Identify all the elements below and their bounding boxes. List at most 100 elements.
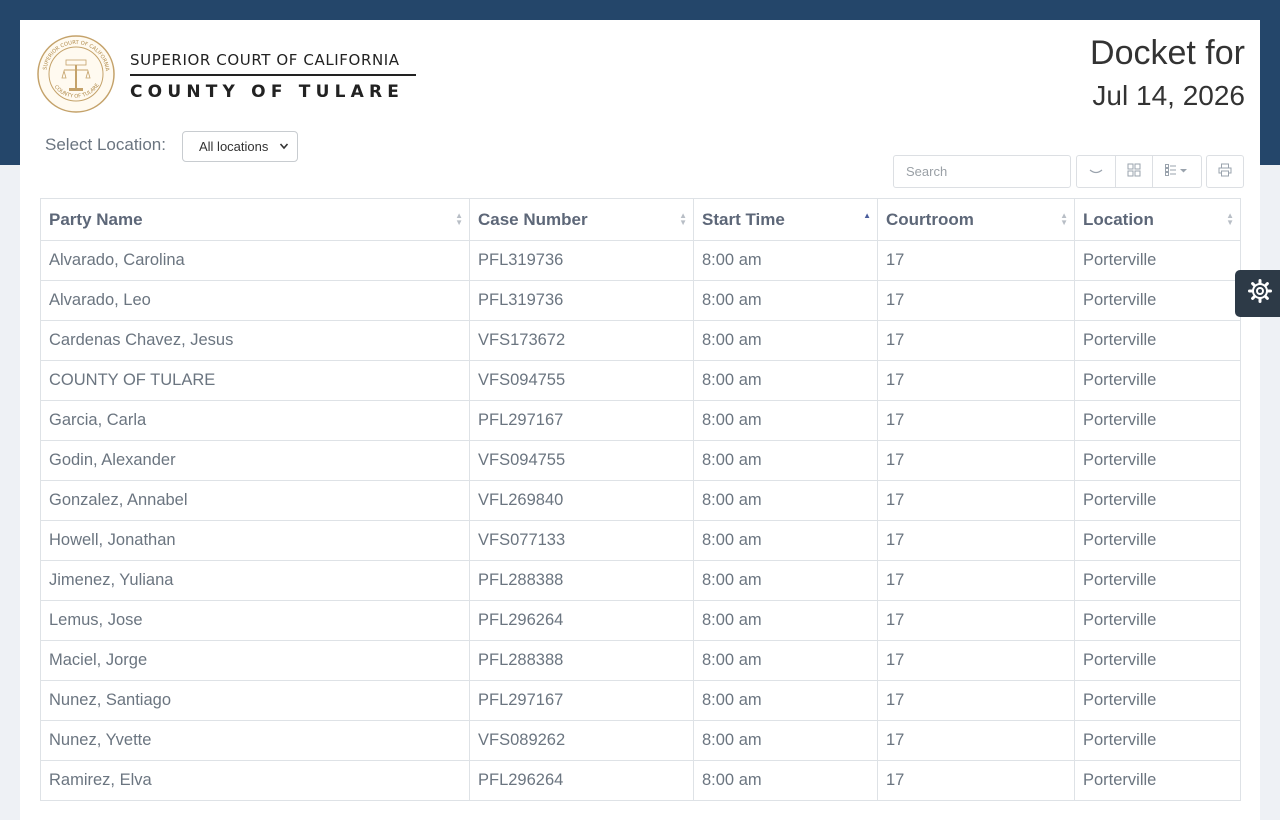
gear-icon <box>1248 279 1272 308</box>
courtroom-cell: 17 <box>877 400 1075 441</box>
court-name-line2: COUNTY OF TULARE <box>130 82 405 102</box>
start-time-cell: 8:00 am <box>693 480 878 521</box>
chevron-down-icon <box>279 132 289 173</box>
table-row: COUNTY OF TULARE VFS094755 8:00 am 17 Porter… <box>40 360 1241 401</box>
table-header-row: Party Name ▲ ▼ Case Number ▲ ▼ Start Time ▲ C… <box>40 198 1241 241</box>
table-row: Gonzalez, Annabel VFL269840 8:00 am 17 Porte… <box>40 480 1241 521</box>
party-name-cell: COUNTY OF TULARE <box>40 360 470 401</box>
sort-icon: ▲ ▼ <box>679 211 687 227</box>
location-select-value: All locations <box>199 139 269 154</box>
docket-title: Docket for <box>1090 34 1245 72</box>
table-row: Nunez, Santiago PFL297167 8:00 am 17 Porterv… <box>40 680 1241 721</box>
party-name-cell: Alvarado, Leo <box>40 280 470 321</box>
case-number-cell: PFL296264 <box>469 760 694 801</box>
courtroom-cell: 17 <box>877 720 1075 761</box>
grid-view-icon <box>1127 163 1141 180</box>
court-seal-logo: SUPERIOR COURT OF CALIFORNIA COUNTY OF T… <box>37 35 115 113</box>
courtroom-cell: 17 <box>877 600 1075 641</box>
table-row: Godin, Alexander VFS094755 8:00 am 17 Porter… <box>40 440 1241 481</box>
location-cell: Porterville <box>1074 640 1241 681</box>
courtroom-cell: 17 <box>877 480 1075 521</box>
table-toolbar <box>1076 155 1244 188</box>
party-name-cell: Nunez, Yvette <box>40 720 470 761</box>
column-header-start-time[interactable]: Start Time ▲ <box>693 198 878 241</box>
column-header-courtroom[interactable]: Courtroom ▲ ▼ <box>877 198 1075 241</box>
print-button[interactable] <box>1206 155 1244 188</box>
party-name-cell: Howell, Jonathan <box>40 520 470 561</box>
courtroom-cell: 17 <box>877 560 1075 601</box>
courtroom-cell: 17 <box>877 240 1075 281</box>
sort-icon: ▲ ▼ <box>455 211 463 227</box>
column-header-case-number[interactable]: Case Number ▲ ▼ <box>469 198 694 241</box>
location-cell: Porterville <box>1074 320 1241 361</box>
location-cell: Porterville <box>1074 560 1241 601</box>
docket-table: Party Name ▲ ▼ Case Number ▲ ▼ Start Time ▲ C… <box>40 198 1241 801</box>
case-number-cell: PFL319736 <box>469 240 694 281</box>
start-time-cell: 8:00 am <box>693 760 878 801</box>
case-number-cell: PFL297167 <box>469 400 694 441</box>
courtroom-cell: 17 <box>877 760 1075 801</box>
party-name-cell: Nunez, Santiago <box>40 680 470 721</box>
party-name-cell: Ramirez, Elva <box>40 760 470 801</box>
party-name-cell: Alvarado, Carolina <box>40 240 470 281</box>
toggle-view-button[interactable] <box>1115 155 1153 188</box>
case-number-cell: VFS094755 <box>469 440 694 481</box>
columns-dropdown-button[interactable] <box>1152 155 1202 188</box>
party-name-cell: Garcia, Carla <box>40 400 470 441</box>
start-time-cell: 8:00 am <box>693 280 878 321</box>
print-icon <box>1218 163 1232 180</box>
search-input[interactable] <box>893 155 1071 188</box>
party-name-cell: Gonzalez, Annabel <box>40 480 470 521</box>
location-cell: Porterville <box>1074 520 1241 561</box>
location-select[interactable]: All locations <box>182 131 298 162</box>
courtroom-cell: 17 <box>877 680 1075 721</box>
start-time-cell: 8:00 am <box>693 560 878 601</box>
table-row: Maciel, Jorge PFL288388 8:00 am 17 Portervil… <box>40 640 1241 681</box>
location-cell: Porterville <box>1074 760 1241 801</box>
column-header-location[interactable]: Location ▲ ▼ <box>1074 198 1241 241</box>
case-number-cell: VFS094755 <box>469 360 694 401</box>
case-number-cell: PFL319736 <box>469 280 694 321</box>
start-time-cell: 8:00 am <box>693 440 878 481</box>
start-time-cell: 8:00 am <box>693 400 878 441</box>
location-cell: Porterville <box>1074 680 1241 721</box>
courtroom-cell: 17 <box>877 640 1075 681</box>
column-header-party-name[interactable]: Party Name ▲ ▼ <box>40 198 470 241</box>
party-name-cell: Jimenez, Yuliana <box>40 560 470 601</box>
start-time-cell: 8:00 am <box>693 360 878 401</box>
location-cell: Porterville <box>1074 400 1241 441</box>
table-row: Jimenez, Yuliana PFL288388 8:00 am 17 Porter… <box>40 560 1241 601</box>
location-cell: Porterville <box>1074 360 1241 401</box>
settings-tab-button[interactable] <box>1235 270 1280 317</box>
sort-icon: ▲ ▼ <box>1060 211 1068 227</box>
docket-date: Jul 14, 2026 <box>1092 80 1245 111</box>
start-time-cell: 8:00 am <box>693 640 878 681</box>
courtroom-cell: 17 <box>877 360 1075 401</box>
case-number-cell: VFS077133 <box>469 520 694 561</box>
start-time-cell: 8:00 am <box>693 600 878 641</box>
table-row: Lemus, Jose PFL296264 8:00 am 17 Porterville <box>40 600 1241 641</box>
party-name-cell: Maciel, Jorge <box>40 640 470 681</box>
case-number-cell: PFL297167 <box>469 680 694 721</box>
party-name-cell: Cardenas Chavez, Jesus <box>40 320 470 361</box>
table-row: Garcia, Carla PFL297167 8:00 am 17 Portervil… <box>40 400 1241 441</box>
courtroom-cell: 17 <box>877 440 1075 481</box>
start-time-cell: 8:00 am <box>693 320 878 361</box>
courtroom-cell: 17 <box>877 280 1075 321</box>
columns-icon <box>1165 164 1189 179</box>
toggle-detail-button[interactable] <box>1076 155 1116 188</box>
start-time-cell: 8:00 am <box>693 680 878 721</box>
table-body: Alvarado, Carolina PFL319736 8:00 am 17 Port… <box>40 240 1241 801</box>
location-cell: Porterville <box>1074 600 1241 641</box>
table-row: Alvarado, Leo PFL319736 8:00 am 17 Portervil… <box>40 280 1241 321</box>
courtroom-cell: 17 <box>877 320 1075 361</box>
party-name-cell: Lemus, Jose <box>40 600 470 641</box>
location-cell: Porterville <box>1074 280 1241 321</box>
location-cell: Porterville <box>1074 480 1241 521</box>
location-cell: Porterville <box>1074 440 1241 481</box>
docket-card: SUPERIOR COURT OF CALIFORNIA COUNTY OF T… <box>20 20 1260 820</box>
location-cell: Porterville <box>1074 720 1241 761</box>
case-number-cell: VFS173672 <box>469 320 694 361</box>
start-time-cell: 8:00 am <box>693 240 878 281</box>
sort-icon: ▲ ▼ <box>1226 211 1234 227</box>
